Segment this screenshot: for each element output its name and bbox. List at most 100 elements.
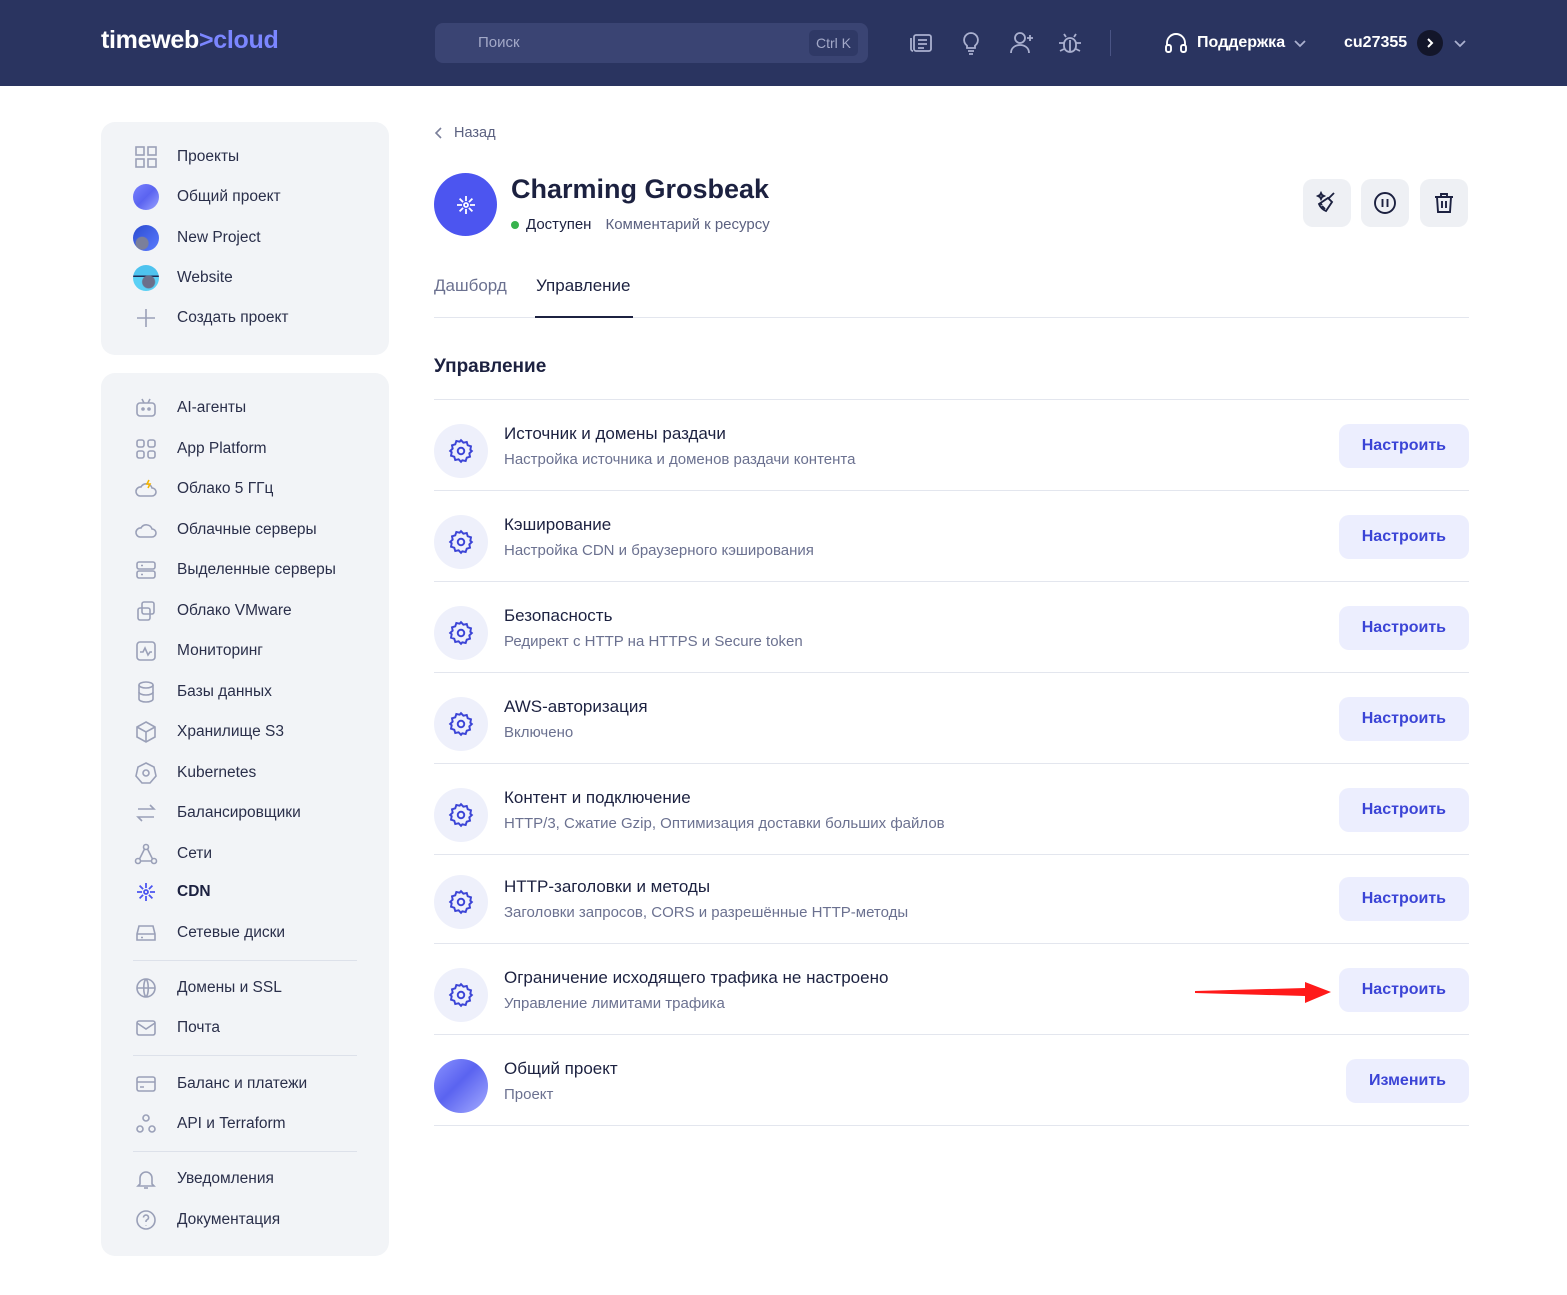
sidebar-item-domains-ssl[interactable]: Домены и SSL xyxy=(133,974,282,1002)
sidebar-item-vmware[interactable]: Облако VMware xyxy=(133,597,292,625)
chevron-left-icon xyxy=(434,127,442,139)
services-panel: AI-агенты App Platform Облако 5 ГГц Обла… xyxy=(101,373,389,1256)
setting-subtitle: Настройка источника и доменов раздачи ко… xyxy=(504,451,856,468)
username: cu27355 xyxy=(1344,34,1408,51)
page-title: Charming Grosbeak xyxy=(511,174,770,204)
setting-subtitle: Проект xyxy=(504,1086,554,1103)
configure-button[interactable]: Настроить xyxy=(1338,515,1469,559)
disk-icon xyxy=(133,920,159,946)
configure-button[interactable]: Настроить xyxy=(1338,424,1469,468)
sidebar-item-projects[interactable]: Проекты xyxy=(133,143,239,171)
setting-title: Безопасность xyxy=(504,606,613,625)
broom-icon xyxy=(1315,190,1335,213)
sidebar-item-website[interactable]: Website xyxy=(133,264,233,292)
configure-button[interactable]: Настроить xyxy=(1338,697,1469,741)
settings-row: Общий проект Проект Изменить xyxy=(434,1034,1469,1126)
search-placeholder: Поиск xyxy=(478,34,520,51)
kubernetes-icon xyxy=(133,760,159,786)
database-icon xyxy=(133,679,159,705)
setting-title: Кэширование xyxy=(504,515,612,534)
headset-icon xyxy=(1165,33,1187,53)
sidebar-item-monitoring[interactable]: Мониторинг xyxy=(133,637,263,665)
cloud-icon xyxy=(133,517,159,543)
gear-icon xyxy=(434,968,488,1022)
sidebar-item-s3-storage[interactable]: Хранилище S3 xyxy=(133,718,284,746)
sidebar-item-billing[interactable]: Баланс и платежи xyxy=(133,1070,307,1098)
chevron-down-icon xyxy=(1454,40,1466,48)
resource-status: Доступен Комментарий к ресурсу xyxy=(511,216,770,233)
arrows-icon xyxy=(133,800,159,826)
change-project-button[interactable]: Изменить xyxy=(1346,1059,1469,1103)
sidebar-item-api-terraform[interactable]: API и Terraform xyxy=(133,1110,286,1138)
sidebar-item-cdn[interactable]: CDN xyxy=(133,878,211,906)
sidebar-item-documentation[interactable]: Документация xyxy=(133,1206,280,1234)
sidebar-item-kubernetes[interactable]: Kubernetes xyxy=(133,759,256,787)
configure-button[interactable]: Настроить xyxy=(1338,877,1469,921)
sidebar-item-dedicated-servers[interactable]: Выделенные серверы xyxy=(133,556,336,584)
sidebar-item-ai-agents[interactable]: AI-агенты xyxy=(133,394,246,422)
lightbulb-icon[interactable] xyxy=(957,29,985,57)
monitoring-icon xyxy=(133,638,159,664)
sidebar-item-shared-project[interactable]: Общий проект xyxy=(133,183,281,211)
status-text: Доступен xyxy=(526,216,592,233)
configure-button[interactable]: Настроить xyxy=(1338,606,1469,650)
comment-link[interactable]: Комментарий к ресурсу xyxy=(605,216,769,233)
bell-icon xyxy=(133,1166,159,1192)
gear-icon xyxy=(434,697,488,751)
tab-dashboard[interactable]: Дашборд xyxy=(434,276,507,296)
settings-row: Источник и домены раздачи Настройка исто… xyxy=(434,399,1469,491)
support-menu[interactable]: Поддержка xyxy=(1163,29,1307,57)
setting-subtitle: Настройка CDN и браузерного кэширования xyxy=(504,542,814,559)
sidebar-item-network-disks[interactable]: Сетевые диски xyxy=(133,919,285,947)
sidebar-item-create-project[interactable]: Создать проект xyxy=(133,304,289,332)
tab-management[interactable]: Управление xyxy=(536,276,631,296)
topbar-divider xyxy=(1110,30,1111,56)
bug-icon[interactable] xyxy=(1056,29,1084,57)
configure-button[interactable]: Настроить xyxy=(1338,788,1469,832)
gear-icon xyxy=(434,606,488,660)
help-icon xyxy=(133,1207,159,1233)
sidebar-item-databases[interactable]: Базы данных xyxy=(133,678,272,706)
add-user-icon[interactable] xyxy=(1008,29,1036,57)
mail-icon xyxy=(133,1015,159,1041)
project-avatar xyxy=(133,225,159,251)
delete-button[interactable] xyxy=(1420,179,1468,227)
settings-row: HTTP-заголовки и методы Заголовки запрос… xyxy=(434,854,1469,946)
apps-icon xyxy=(133,436,159,462)
user-menu[interactable]: cu27355 xyxy=(1344,29,1467,57)
setting-title: AWS-авторизация xyxy=(504,697,648,716)
network-icon xyxy=(133,841,159,867)
vmware-icon xyxy=(133,598,159,624)
setting-title: Ограничение исходящего трафика не настро… xyxy=(504,968,889,987)
sidebar-item-cloud-5ghz[interactable]: Облако 5 ГГц xyxy=(133,475,273,503)
chevron-right-icon[interactable] xyxy=(1417,30,1444,56)
gear-icon xyxy=(434,515,488,569)
settings-row: Кэширование Настройка CDN и браузерного … xyxy=(434,490,1469,582)
clear-cache-button[interactable] xyxy=(1303,179,1351,227)
sidebar-item-cloud-servers[interactable]: Облачные серверы xyxy=(133,516,317,544)
sidebar-item-load-balancers[interactable]: Балансировщики xyxy=(133,799,301,827)
sidebar-item-notifications[interactable]: Уведомления xyxy=(133,1165,274,1193)
sidebar-item-mail[interactable]: Почта xyxy=(133,1014,220,1042)
sidebar-item-networks[interactable]: Сети xyxy=(133,840,212,868)
back-link[interactable]: Назад xyxy=(434,125,496,141)
api-icon xyxy=(133,1111,159,1137)
settings-row: Контент и подключение HTTP/3, Сжатие Gzi… xyxy=(434,763,1469,855)
card-icon xyxy=(133,1071,159,1097)
section-title: Управление xyxy=(434,356,547,377)
logo[interactable]: timeweb>cloud xyxy=(101,26,279,55)
configure-traffic-limit-button[interactable]: Настроить xyxy=(1338,968,1469,1012)
grid-icon xyxy=(133,144,159,170)
sidebar-item-app-platform[interactable]: App Platform xyxy=(133,435,267,463)
server-icon xyxy=(133,557,159,583)
search-input[interactable]: Поиск Ctrl K xyxy=(435,23,868,63)
settings-row: AWS-авторизация Включено Настроить xyxy=(434,672,1469,764)
chevron-down-icon xyxy=(1294,40,1306,48)
news-icon[interactable] xyxy=(908,29,936,57)
sidebar-item-new-project[interactable]: New Project xyxy=(133,224,261,252)
pause-button[interactable] xyxy=(1361,179,1409,227)
active-tab-indicator xyxy=(535,316,633,318)
setting-subtitle: Редирект с HTTP на HTTPS и Secure token xyxy=(504,633,803,650)
globe-icon xyxy=(133,975,159,1001)
projects-panel: Проекты Общий проект New Project Website… xyxy=(101,122,389,355)
